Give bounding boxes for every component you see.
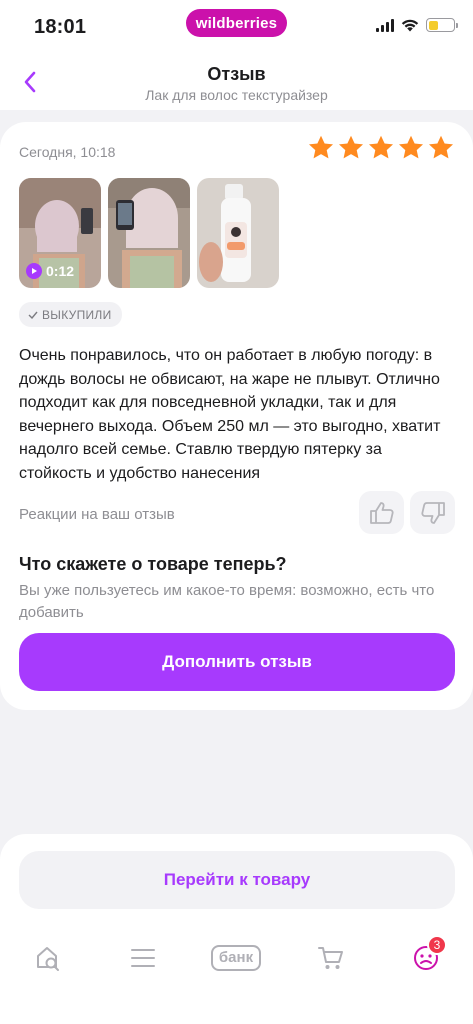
brand-logo: wildberries	[186, 9, 287, 37]
bank-label: банк	[210, 945, 262, 971]
review-photo-thumbnail[interactable]	[197, 178, 279, 288]
add-to-review-button[interactable]: Дополнить отзыв	[19, 633, 455, 691]
review-video-thumbnail[interactable]: 0:12	[19, 178, 101, 288]
thumbs-down-icon	[420, 501, 445, 524]
check-icon	[28, 311, 38, 319]
video-duration: 0:12	[26, 263, 74, 279]
tab-home[interactable]	[33, 942, 63, 974]
battery-icon	[426, 18, 458, 32]
star-icon	[398, 135, 424, 159]
home-search-icon	[37, 947, 59, 971]
status-time: 18:01	[34, 16, 87, 38]
cart-icon	[318, 947, 343, 969]
bottom-panel: Перейти к товару банк 3	[0, 834, 473, 1024]
go-to-product-button[interactable]: Перейти к товару	[19, 851, 455, 909]
tab-catalog[interactable]	[128, 942, 158, 974]
menu-icon	[131, 949, 155, 967]
cellular-signal-icon	[376, 18, 394, 32]
video-duration-label: 0:12	[46, 263, 75, 279]
review-card: Сегодня, 10:18 0:12 ВЫКУПИЛИ Очень понра…	[0, 122, 473, 710]
star-icon	[308, 135, 334, 159]
review-photos: 0:12	[19, 178, 279, 288]
page-title: Отзыв	[207, 64, 266, 84]
tab-bank[interactable]: банк	[207, 942, 265, 974]
dislike-button[interactable]	[410, 491, 455, 534]
review-photo-thumbnail[interactable]	[108, 178, 190, 288]
review-date: Сегодня, 10:18	[19, 144, 116, 160]
prompt-title: Что скажете о товаре теперь?	[19, 554, 287, 574]
thumbs-up-icon	[369, 501, 394, 524]
status-bar: 18:01 wildberries	[0, 0, 473, 52]
tab-bar: банк 3	[0, 934, 473, 982]
like-button[interactable]	[359, 491, 404, 534]
prompt-text: Вы уже пользуетесь им какое-то время: во…	[19, 582, 435, 621]
star-icon	[368, 135, 394, 159]
star-icon	[428, 135, 454, 159]
tab-cart[interactable]	[316, 942, 346, 974]
notification-badge: 3	[427, 935, 447, 955]
rating-stars	[307, 134, 455, 162]
purchased-label: ВЫКУПИЛИ	[42, 307, 112, 322]
tab-profile[interactable]: 3	[411, 935, 447, 974]
play-icon	[26, 263, 42, 279]
star-icon	[338, 135, 364, 159]
header: Отзыв Лак для волос текстурайзер	[0, 52, 473, 110]
purchased-badge: ВЫКУПИЛИ	[19, 302, 122, 327]
reactions-label: Реакции на ваш отзыв	[19, 506, 175, 523]
status-icons	[376, 18, 458, 32]
wifi-icon	[401, 19, 419, 31]
page-subtitle[interactable]: Лак для волос текстурайзер	[0, 87, 473, 103]
review-text: Очень понравилось, что он работает в люб…	[19, 347, 441, 482]
